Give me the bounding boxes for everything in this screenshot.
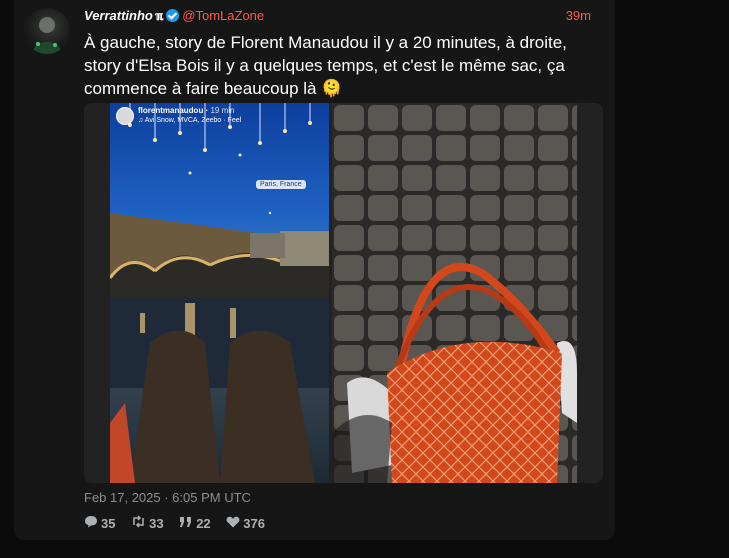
comment-icon [84,515,98,531]
avatar[interactable] [24,8,70,54]
post-time[interactable]: 39m [566,8,591,23]
verified-icon [166,9,180,22]
retweet-icon [131,515,146,531]
location-sticker: Paris, France [256,180,306,189]
like-count: 376 [243,516,265,531]
retweet-count: 33 [149,515,164,531]
reply-count: 35 [101,515,116,531]
story-photo-right[interactable] [332,103,577,483]
story-avatar [116,107,134,125]
quote-count: 22 [196,516,211,531]
like-stat[interactable]: 376 [226,516,265,531]
heart-icon [226,516,240,531]
story-header: florentmanaudou · 19 min ♫ Avi Snow, MVC… [116,106,316,130]
media-grid[interactable]: florentmanaudou · 19 min ♫ Avi Snow, MVC… [84,103,603,483]
tweet-text: À gauche, story de Florent Manaudou il y… [84,33,567,98]
pi-badge-icon: ℼ [154,9,164,23]
tweet-header: Verrattinho ℼ @TomLaZone 39m [84,8,604,26]
user-handle[interactable]: @TomLaZone [182,8,264,23]
display-name[interactable]: Verrattinho [84,8,153,23]
quote-stat[interactable]: 22 [179,516,211,531]
story-music: ♫ Avi Snow, MVCA, Zeebo · Feel [138,117,242,124]
reply-stat[interactable]: 35 [84,515,115,531]
engagement-stats: 35 33 22 376 [84,515,277,531]
story-photo-left[interactable]: florentmanaudou · 19 min ♫ Avi Snow, MVC… [110,103,329,483]
post-date[interactable]: Feb 17, 2025 · 6:05 PM UTC [84,490,251,505]
story-username: florentmanaudou · 19 min [138,106,235,115]
retweet-stat[interactable]: 33 [131,515,164,531]
quote-icon [179,516,193,531]
